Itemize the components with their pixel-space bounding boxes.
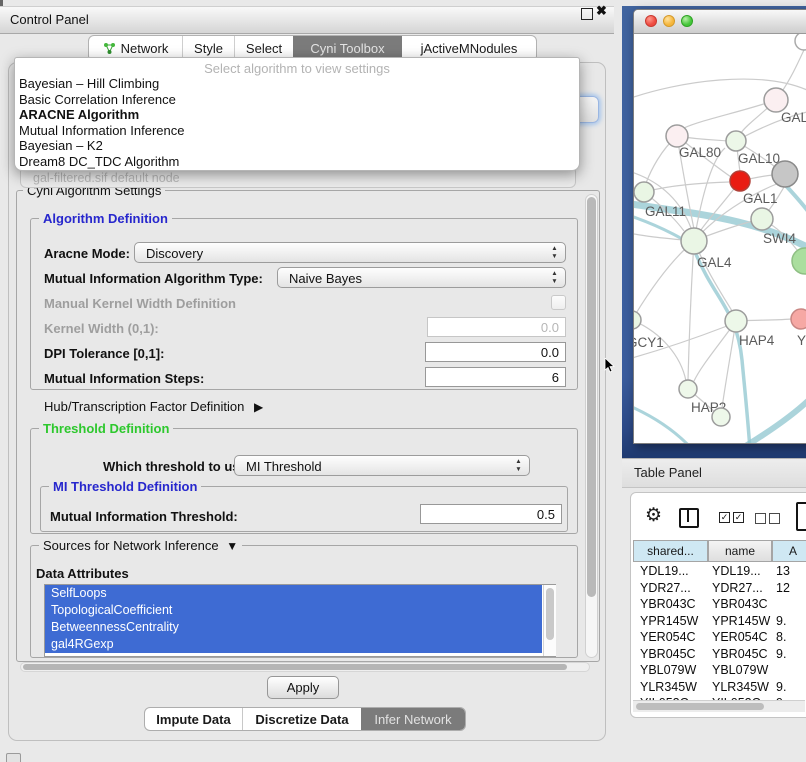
algorithm-option[interactable]: Bayesian – Hill Climbing [15, 76, 579, 92]
table-cell: YBR043C [712, 597, 768, 611]
table-cell: 12 [776, 581, 790, 595]
algorithm-list: Bayesian – Hill ClimbingBasic Correlatio… [15, 76, 579, 169]
mouse-cursor [604, 358, 616, 374]
table-cell: YBL079W [712, 663, 768, 677]
algorithm-option[interactable]: Mutual Information Inference [15, 123, 579, 139]
table-cell: YER054C [712, 630, 768, 644]
tab-label: Discretize Data [255, 712, 348, 727]
table-cell: YPR145W [640, 614, 698, 628]
table-cell: 8. [776, 630, 786, 644]
collapsed-panel-icon[interactable] [6, 753, 21, 762]
app-screen: Control Panel ✖ Network Style Select Cyn… [0, 0, 806, 762]
algorithm-option[interactable]: Bayesian – K2 [15, 138, 579, 154]
tab-label: Impute Data [156, 712, 230, 727]
tab-label: Infer Network [374, 712, 451, 727]
table-hscrollbar[interactable] [633, 700, 805, 712]
table-hscrollbar-thumb[interactable] [636, 703, 764, 710]
table-cell: 13 [776, 564, 790, 578]
popup-placeholder: Select algorithm to view settings [15, 61, 579, 76]
tab-infer-network[interactable]: Infer Network [361, 708, 465, 730]
tab-discretize-data[interactable]: Discretize Data [242, 708, 361, 730]
algorithm-option[interactable]: Dream8 DC_TDC Algorithm [15, 154, 579, 170]
table-cell: YBR045C [640, 647, 696, 661]
algorithm-dropdown-popup: Select algorithm to view settings Bayesi… [14, 57, 580, 171]
table-cell: YLR345W [712, 680, 769, 694]
table-cell: YLR345W [640, 680, 697, 694]
table-cell: YDR27... [640, 581, 691, 595]
table-cell: YBR045C [712, 647, 768, 661]
table-cell: 9. [776, 647, 786, 661]
table-cell: YPR145W [712, 614, 770, 628]
table-cell: 9. [776, 680, 786, 694]
table-cell: YDR27... [712, 581, 763, 595]
table-cell: YBR043C [640, 597, 696, 611]
algorithm-option[interactable]: ARACNE Algorithm [15, 107, 579, 123]
table-cell: YER054C [640, 630, 696, 644]
table-cell: YDL19... [712, 564, 761, 578]
algorithm-option[interactable]: Basic Correlation Inference [15, 92, 579, 108]
bottom-tabbar: Impute Data Discretize Data Infer Networ… [144, 707, 466, 731]
table-cell: YDL19... [640, 564, 689, 578]
tab-impute-data[interactable]: Impute Data [145, 708, 242, 730]
table-cell: YBL079W [640, 663, 696, 677]
table-cell: 9. [776, 614, 786, 628]
